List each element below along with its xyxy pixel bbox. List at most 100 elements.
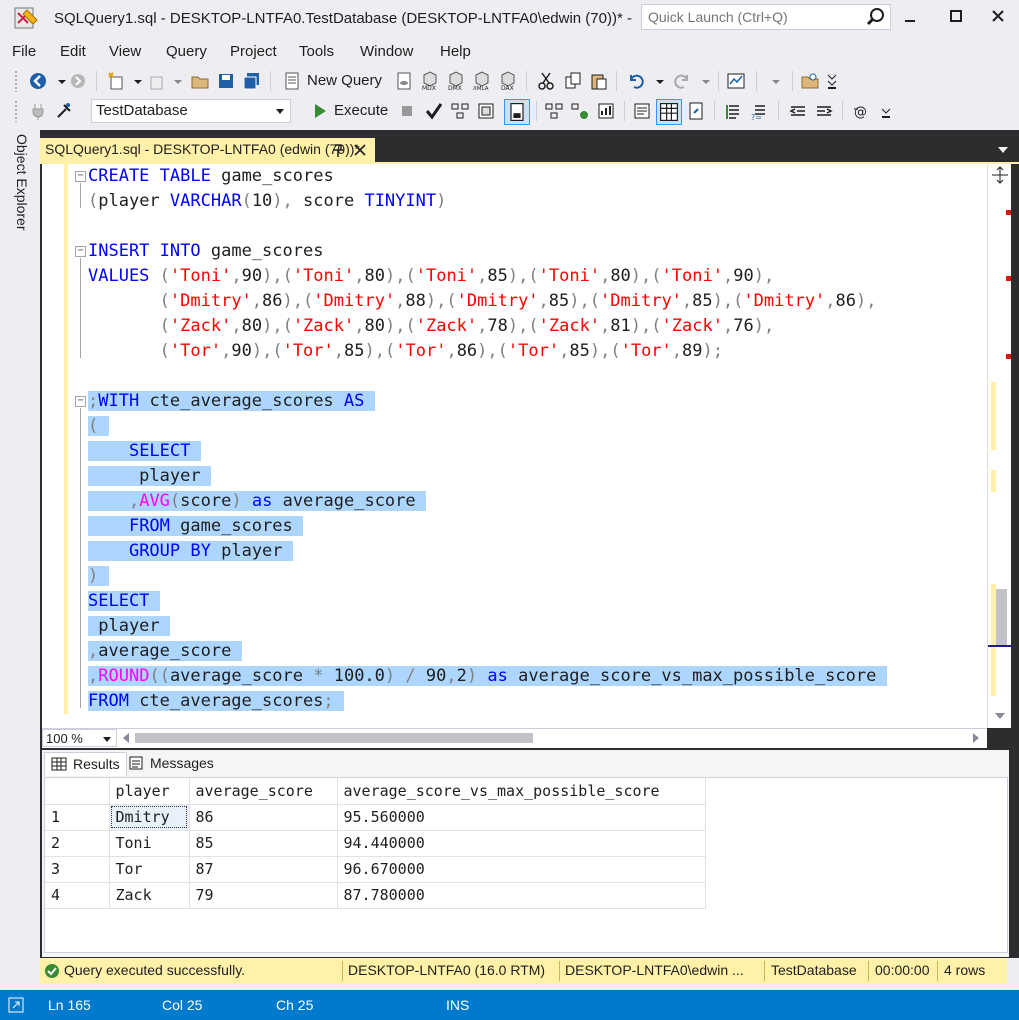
code-line[interactable]: FROM game_scores bbox=[88, 514, 303, 539]
quick-launch-box[interactable] bbox=[641, 4, 891, 30]
new-query-button[interactable]: New Query bbox=[307, 72, 382, 89]
fold-toggle-icon[interactable]: − bbox=[75, 396, 86, 407]
dmx-query-icon[interactable]: DMX bbox=[446, 71, 466, 91]
execute-button[interactable]: Execute bbox=[334, 102, 388, 119]
grid-cell[interactable]: 79 bbox=[189, 882, 338, 909]
menu-tools[interactable]: Tools bbox=[299, 43, 334, 60]
grid-cell[interactable]: 87.780000 bbox=[337, 882, 706, 909]
menu-help[interactable]: Help bbox=[440, 43, 471, 60]
menu-file[interactable]: File bbox=[12, 43, 36, 60]
xmla-query-icon[interactable]: XMLA bbox=[472, 71, 492, 91]
results-to-text-icon[interactable] bbox=[632, 101, 652, 121]
code-line[interactable]: ;WITH cte_average_scores AS bbox=[88, 389, 375, 414]
menu-query[interactable]: Query bbox=[166, 43, 207, 60]
close-tab-icon[interactable] bbox=[352, 142, 368, 158]
fold-toggle-icon[interactable]: − bbox=[75, 246, 86, 257]
display-estimated-plan-icon[interactable] bbox=[450, 101, 470, 121]
change-connection-icon[interactable] bbox=[54, 101, 74, 121]
results-grid[interactable]: player average_score average_score_vs_ma… bbox=[44, 777, 1008, 953]
grid-cell[interactable]: 96.670000 bbox=[337, 856, 706, 883]
code-line[interactable]: player bbox=[88, 614, 170, 639]
grid-cell[interactable]: 87 bbox=[189, 856, 338, 883]
actual-plan-icon[interactable] bbox=[544, 101, 564, 121]
row-number[interactable]: 3 bbox=[45, 856, 110, 883]
activity-monitor-icon[interactable] bbox=[726, 71, 746, 91]
hscroll-thumb[interactable] bbox=[135, 733, 533, 743]
code-line[interactable]: SELECT bbox=[88, 439, 201, 464]
quick-launch-input[interactable] bbox=[642, 5, 852, 29]
notification-icon[interactable] bbox=[8, 997, 24, 1013]
code-line[interactable]: ,AVG(score) as average_score bbox=[88, 489, 426, 514]
code-line[interactable]: ( bbox=[88, 414, 109, 439]
maximize-icon[interactable] bbox=[942, 6, 970, 28]
cancel-query-icon[interactable] bbox=[397, 101, 417, 121]
split-view-icon[interactable] bbox=[991, 166, 1009, 184]
find-in-files-icon[interactable] bbox=[800, 71, 820, 91]
new-query-icon[interactable] bbox=[282, 71, 302, 91]
menu-edit[interactable]: Edit bbox=[60, 43, 86, 60]
code-line[interactable]: (player VARCHAR(10), score TINYINT) bbox=[88, 189, 446, 214]
results-to-grid-icon[interactable] bbox=[656, 99, 682, 125]
scroll-right-icon[interactable] bbox=[971, 732, 981, 744]
code-line[interactable]: player bbox=[88, 464, 211, 489]
chevron-down-icon[interactable] bbox=[998, 147, 1008, 153]
results-to-file-icon[interactable] bbox=[686, 101, 706, 121]
code-line[interactable]: SELECT bbox=[88, 589, 160, 614]
execute-icon[interactable] bbox=[310, 101, 330, 121]
grid-cell[interactable]: 86 bbox=[189, 804, 338, 831]
uncomment-lines-icon[interactable]: ?= bbox=[750, 101, 770, 121]
undo-icon[interactable] bbox=[626, 71, 646, 91]
code-line[interactable]: INSERT INTO game_scores bbox=[88, 239, 323, 264]
grid-cell[interactable]: Tor bbox=[109, 856, 190, 883]
grid-cell[interactable]: 85 bbox=[189, 830, 338, 857]
parse-check-icon[interactable] bbox=[424, 101, 444, 121]
grid-cell[interactable]: Zack bbox=[109, 882, 190, 909]
menu-view[interactable]: View bbox=[109, 43, 141, 60]
tab-results[interactable]: Results bbox=[44, 752, 127, 776]
code-line[interactable]: ,average_score bbox=[88, 639, 242, 664]
row-number[interactable]: 1 bbox=[45, 804, 110, 831]
dropdown-icon[interactable] bbox=[168, 71, 188, 91]
column-header-average-score-vs-max[interactable]: average_score_vs_max_possible_score bbox=[337, 778, 706, 805]
query-options-icon[interactable] bbox=[476, 101, 496, 121]
dropdown-icon[interactable] bbox=[128, 71, 148, 91]
tab-messages[interactable]: Messages bbox=[122, 752, 220, 776]
zoom-select[interactable]: 100 % bbox=[42, 729, 117, 747]
dropdown-icon[interactable] bbox=[766, 71, 786, 91]
intellisense-toggle-icon[interactable] bbox=[504, 99, 530, 125]
live-query-stats-icon[interactable] bbox=[570, 101, 590, 121]
client-statistics-icon[interactable] bbox=[596, 101, 616, 121]
code-line[interactable]: ) bbox=[88, 564, 109, 589]
menu-window[interactable]: Window bbox=[360, 43, 413, 60]
available-databases-select[interactable]: TestDatabase bbox=[91, 99, 291, 123]
paste-icon[interactable] bbox=[589, 71, 609, 91]
add-item-icon[interactable] bbox=[146, 71, 166, 91]
undo-dropdown-icon[interactable] bbox=[650, 71, 670, 91]
save-all-icon[interactable] bbox=[242, 71, 262, 91]
comment-lines-icon[interactable] bbox=[724, 101, 744, 121]
menu-project[interactable]: Project bbox=[230, 43, 277, 60]
tab-sqlquery1[interactable]: SQLQuery1.sql - DESKTOP-LNTFA0 (edwin (7… bbox=[40, 138, 375, 163]
mdx-query-icon[interactable]: MDX bbox=[420, 71, 440, 91]
code-line[interactable]: ('Dmitry',86),('Dmitry',88),('Dmitry',85… bbox=[88, 289, 877, 314]
row-number[interactable]: 2 bbox=[45, 830, 110, 857]
column-header-player[interactable]: player bbox=[109, 778, 190, 805]
code-line[interactable]: VALUES ('Toni',90),('Toni',80),('Toni',8… bbox=[88, 264, 774, 289]
forward-icon[interactable] bbox=[68, 71, 88, 91]
open-folder-icon[interactable] bbox=[190, 71, 210, 91]
cut-icon[interactable] bbox=[536, 71, 556, 91]
code-line[interactable]: FROM cte_average_scores; bbox=[88, 689, 344, 714]
row-number[interactable]: 4 bbox=[45, 882, 110, 909]
code-line[interactable]: ('Zack',80),('Zack',80),('Zack',78),('Za… bbox=[88, 314, 775, 339]
minimize-icon[interactable] bbox=[896, 6, 924, 28]
column-header-average-score[interactable]: average_score bbox=[189, 778, 338, 805]
toolbar-grip[interactable] bbox=[14, 70, 18, 92]
grid-cell[interactable]: Toni bbox=[109, 830, 190, 857]
object-explorer-tab[interactable]: Object Explorer bbox=[6, 134, 34, 244]
code-line[interactable]: ('Tor',90),('Tor',85),('Tor',86),('Tor',… bbox=[88, 339, 723, 364]
grid-cell[interactable]: 95.560000 bbox=[337, 804, 706, 831]
fold-toggle-icon[interactable]: − bbox=[75, 171, 86, 182]
code-line[interactable]: GROUP BY player bbox=[88, 539, 293, 564]
pin-icon[interactable] bbox=[331, 142, 345, 158]
increase-indent-icon[interactable] bbox=[814, 101, 834, 121]
